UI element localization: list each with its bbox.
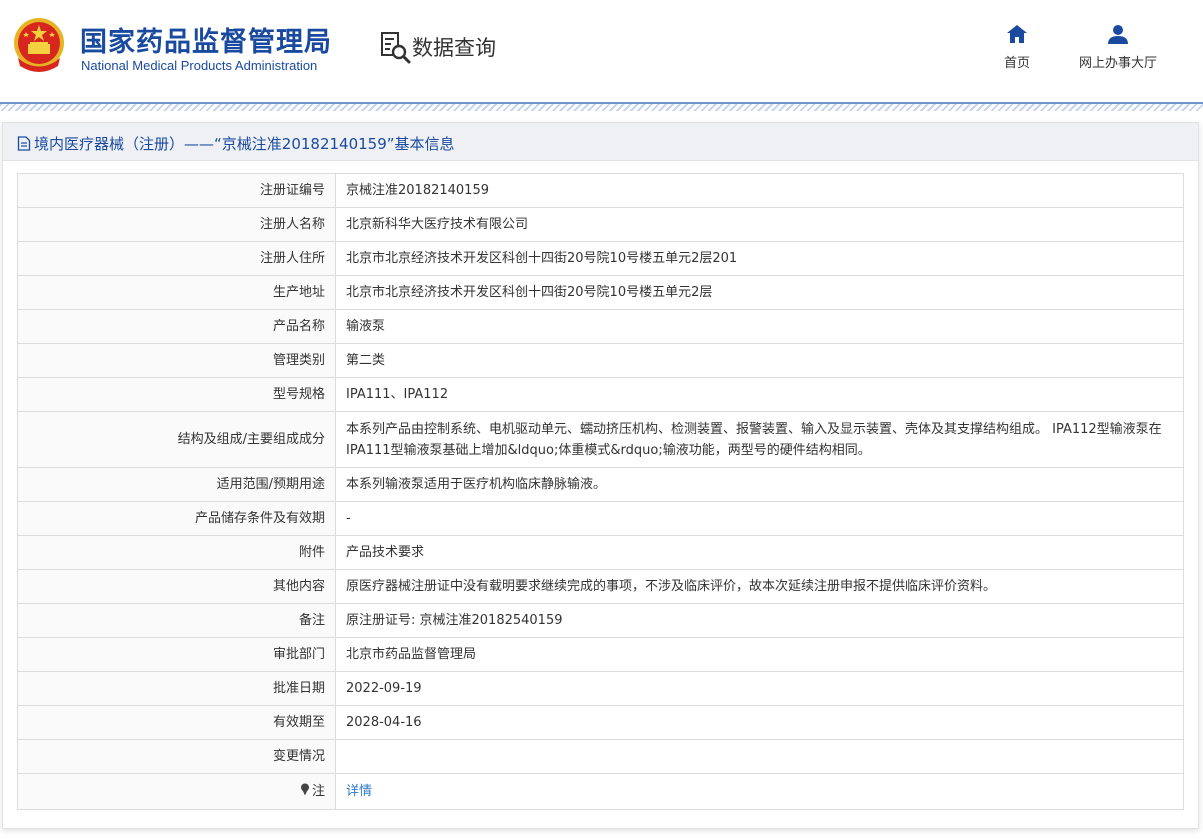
table-row: 审批部门 北京市药品监督管理局 xyxy=(17,637,1184,672)
nav-online-service-hall-label: 网上办事大厅 xyxy=(1078,56,1157,71)
detail-panel: 境内医疗器械（注册）——“京械注准20182140159”基本信息 注册证编号 … xyxy=(2,122,1199,829)
field-label: 其他内容 xyxy=(17,569,336,604)
field-value: 输液泵 xyxy=(335,309,1184,344)
panel-title-text: 境内医疗器械（注册）——“京械注准20182140159”基本信息 xyxy=(34,135,455,153)
field-label: 适用范围/预期用途 xyxy=(17,467,336,502)
field-value: 详情 xyxy=(335,773,1184,810)
field-label: 产品储存条件及有效期 xyxy=(17,501,336,536)
table-row: 适用范围/预期用途 本系列输液泵适用于医疗机构临床静脉输液。 xyxy=(17,467,1184,502)
table-row: 注 详情 xyxy=(17,773,1184,810)
table-row: 注册人名称 北京新科华大医疗技术有限公司 xyxy=(17,207,1184,242)
field-label: 注册证编号 xyxy=(17,173,336,208)
nav-home[interactable]: 首页 xyxy=(996,24,1038,71)
field-label: 变更情况 xyxy=(17,739,336,774)
document-search-icon xyxy=(381,32,411,64)
registration-info-table: 注册证编号 京械注准20182140159 注册人名称 北京新科华大医疗技术有限… xyxy=(17,173,1184,810)
field-label: 生产地址 xyxy=(17,275,336,310)
user-icon xyxy=(1108,25,1128,44)
header-hatch-divider xyxy=(0,104,1203,111)
field-value: - xyxy=(335,501,1184,536)
field-value xyxy=(335,739,1184,774)
field-value: 2028-04-16 xyxy=(335,705,1184,740)
field-value: 本系列产品由控制系统、电机驱动单元、蠕动挤压机构、检测装置、报警装置、输入及显示… xyxy=(335,411,1184,468)
field-label: 审批部门 xyxy=(17,637,336,672)
document-icon xyxy=(17,136,31,151)
field-label: 产品名称 xyxy=(17,309,336,344)
panel-title: 境内医疗器械（注册）——“京械注准20182140159”基本信息 xyxy=(17,133,455,154)
field-value: 第二类 xyxy=(335,343,1184,378)
table-row: 管理类别 第二类 xyxy=(17,343,1184,378)
field-label-note: 注 xyxy=(17,773,336,810)
table-row: 有效期至 2028-04-16 xyxy=(17,705,1184,740)
field-value: 京械注准20182140159 xyxy=(335,173,1184,208)
table-row: 注册人住所 北京市北京经济技术开发区科创十四街20号院10号楼五单元2层201 xyxy=(17,241,1184,276)
field-value: 原注册证号: 京械注准20182540159 xyxy=(335,603,1184,638)
field-label: 注册人住所 xyxy=(17,241,336,276)
field-label-note-text: 注 xyxy=(311,784,325,799)
field-label: 有效期至 xyxy=(17,705,336,740)
table-row: 批准日期 2022-09-19 xyxy=(17,671,1184,706)
field-value: IPA111、IPA112 xyxy=(335,377,1184,412)
field-value: 北京市药品监督管理局 xyxy=(335,637,1184,672)
pin-icon xyxy=(300,783,309,796)
table-row: 型号规格 IPA111、IPA112 xyxy=(17,377,1184,412)
table-row: 生产地址 北京市北京经济技术开发区科创十四街20号院10号楼五单元2层 xyxy=(17,275,1184,310)
field-value: 2022-09-19 xyxy=(335,671,1184,706)
data-query-label: 数据查询 xyxy=(412,36,496,60)
field-label: 批准日期 xyxy=(17,671,336,706)
table-row: 备注 原注册证号: 京械注准20182540159 xyxy=(17,603,1184,638)
home-icon xyxy=(1007,25,1027,43)
field-value: 原医疗器械注册证中没有载明要求继续完成的事项，不涉及临床评价，故本次延续注册申报… xyxy=(335,569,1184,604)
table-row: 附件 产品技术要求 xyxy=(17,535,1184,570)
site-header: 国家药品监督管理局 National Medical Products Admi… xyxy=(0,0,1203,104)
field-value: 本系列输液泵适用于医疗机构临床静脉输液。 xyxy=(335,467,1184,502)
nav-home-label: 首页 xyxy=(1003,56,1030,71)
field-value: 北京市北京经济技术开发区科创十四街20号院10号楼五单元2层201 xyxy=(335,241,1184,276)
field-value: 北京新科华大医疗技术有限公司 xyxy=(335,207,1184,242)
table-row: 产品名称 输液泵 xyxy=(17,309,1184,344)
panel-header: 境内医疗器械（注册）——“京械注准20182140159”基本信息 xyxy=(3,123,1198,161)
table-row: 注册证编号 京械注准20182140159 xyxy=(17,173,1184,208)
field-label: 管理类别 xyxy=(17,343,336,378)
field-label: 型号规格 xyxy=(17,377,336,412)
field-label: 注册人名称 xyxy=(17,207,336,242)
brand-title-cn: 国家药品监督管理局 xyxy=(80,27,332,58)
table-row: 变更情况 xyxy=(17,739,1184,774)
data-query-heading: 数据查询 xyxy=(380,30,496,64)
brand-title-en: National Medical Products Administration xyxy=(81,58,318,73)
field-label: 结构及组成/主要组成成分 xyxy=(17,411,336,468)
field-value: 产品技术要求 xyxy=(335,535,1184,570)
nav-online-service-hall[interactable]: 网上办事大厅 xyxy=(1068,24,1168,71)
field-label: 备注 xyxy=(17,603,336,638)
table-row: 结构及组成/主要组成成分 本系列产品由控制系统、电机驱动单元、蠕动挤压机构、检测… xyxy=(17,411,1184,468)
field-label: 附件 xyxy=(17,535,336,570)
details-link[interactable]: 详情 xyxy=(346,784,372,799)
field-value: 北京市北京经济技术开发区科创十四街20号院10号楼五单元2层 xyxy=(335,275,1184,310)
table-row: 产品储存条件及有效期 - xyxy=(17,501,1184,536)
table-row: 其他内容 原医疗器械注册证中没有载明要求继续完成的事项，不涉及临床评价，故本次延… xyxy=(17,569,1184,604)
national-emblem-icon xyxy=(14,18,64,72)
